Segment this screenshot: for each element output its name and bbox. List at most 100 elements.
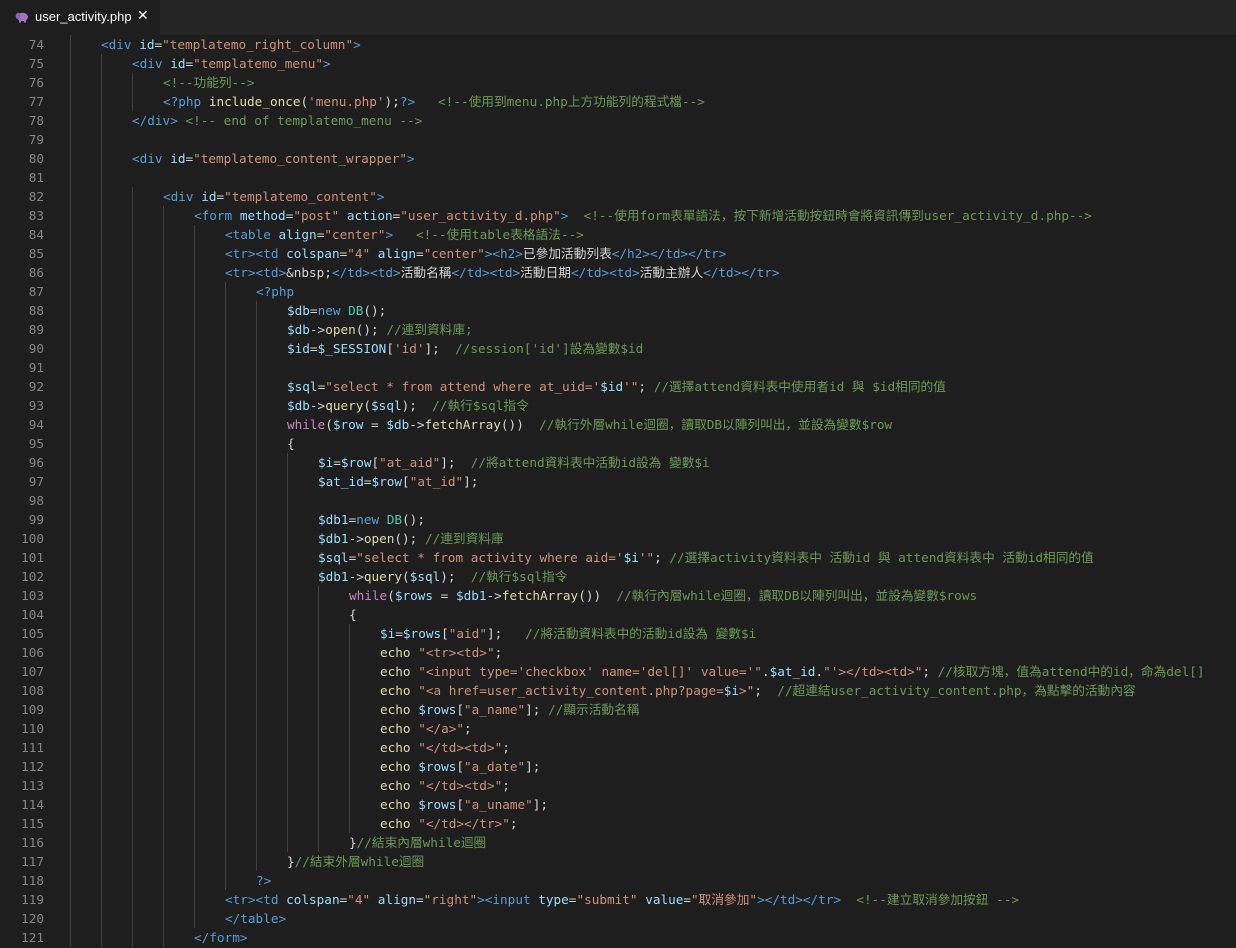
code-token: $sql — [371, 398, 402, 413]
code-text: }//結束內層while迴圈 — [349, 833, 486, 852]
code-token: </h2></td></tr> — [611, 246, 727, 261]
indent-guide — [70, 852, 71, 871]
code-line[interactable]: 116}//結束內層while迴圈 — [0, 833, 1236, 852]
code-line[interactable]: 97 $at_id=$row["at_id"]; — [0, 472, 1236, 491]
line-number: 83 — [28, 208, 44, 223]
indent-guide — [70, 548, 71, 567]
close-icon[interactable]: ✕ — [137, 8, 149, 24]
code-line[interactable]: 86 <tr><td>&nbsp;</td><td>活動名稱</td><td>活動… — [0, 263, 1236, 282]
indent-guide — [256, 833, 257, 852]
code-line[interactable]: 104 { — [0, 605, 1236, 624]
indent-guide — [256, 852, 257, 871]
code-text: $i=$rows["aid"]; //將活動資料表中的活動id設為 變數$i — [380, 624, 756, 643]
code-line[interactable]: 106 echo "<tr><td>"; — [0, 643, 1236, 662]
code-line[interactable]: 118 ?> — [0, 871, 1236, 890]
code-line[interactable]: 112 echo $rows["a_date"]; — [0, 757, 1236, 776]
code-line[interactable]: 111 echo "</td><td>"; — [0, 738, 1236, 757]
line-number: 86 — [28, 265, 44, 280]
code-line[interactable]: 113 echo "</td><td>"; — [0, 776, 1236, 795]
indent-guide — [70, 491, 71, 510]
code-token: new — [356, 512, 387, 527]
indent-guide — [163, 928, 164, 947]
indent-guide — [70, 187, 71, 206]
code-token: //選擇activity資料表中 活動id 與 attend資料表中 活動id相… — [669, 550, 1094, 565]
indent-guide — [287, 662, 288, 681]
code-line[interactable]: 105 $i=$rows["aid"]; //將活動資料表中的活動id設為 變數$… — [0, 624, 1236, 643]
code-line[interactable]: 80 <div id="templatemo_content_wrapper"> — [0, 149, 1236, 168]
indent-guide — [287, 700, 288, 719]
code-line[interactable]: 87 <?php — [0, 282, 1236, 301]
code-line[interactable]: 121 </form> — [0, 928, 1236, 947]
code-token: (); — [402, 512, 425, 527]
code-line[interactable]: 102 $db1->query($sql); //執行$sql指令 — [0, 567, 1236, 586]
code-token: echo — [380, 664, 419, 679]
code-line[interactable]: 119 <tr><td colspan="4" align="right"><in… — [0, 890, 1236, 909]
code-line[interactable]: 78 </div> <!-- end of templatemo_menu --> — [0, 111, 1236, 130]
line-number: 91 — [28, 360, 44, 375]
code-line[interactable]: 82 <div id="templatemo_content"> — [0, 187, 1236, 206]
code-line[interactable]: 83 <form method="post" action="user_activ… — [0, 206, 1236, 225]
indent-guide — [70, 130, 71, 149]
code-line[interactable]: 110 echo "</a>"; — [0, 719, 1236, 738]
code-text: $db=new DB(); — [287, 301, 386, 320]
code-token: ( — [325, 417, 333, 432]
code-line[interactable]: 99 $db1=new DB(); — [0, 510, 1236, 529]
code-line[interactable]: 108 echo "<a href=user_activity_content.p… — [0, 681, 1236, 700]
code-line[interactable]: 81 — [0, 168, 1236, 187]
indent-guide — [132, 548, 133, 567]
code-token: //結束外層while迴圈 — [294, 854, 425, 869]
indent-guide — [101, 757, 102, 776]
code-line[interactable]: 89 $db->open(); //連到資料庫; — [0, 320, 1236, 339]
code-line[interactable]: 77 <?php include_once('menu.php');?> <!--… — [0, 92, 1236, 111]
code-line[interactable]: 91 — [0, 358, 1236, 377]
code-line[interactable]: 90 $id=$_SESSION['id']; //session['id']設為… — [0, 339, 1236, 358]
indent-guide — [70, 586, 71, 605]
code-token: //執行$sql指令 — [470, 569, 568, 584]
indent-guide — [70, 35, 71, 54]
code-line[interactable]: 98 — [0, 491, 1236, 510]
code-line[interactable]: 76 <!--功能列--> — [0, 73, 1236, 92]
indent-guide — [349, 643, 350, 662]
code-line[interactable]: 101 $sql="select * from activity where ai… — [0, 548, 1236, 567]
code-token: "'></td><td>" — [823, 664, 923, 679]
code-line[interactable]: 75 <div id="templatemo_menu"> — [0, 54, 1236, 73]
code-line[interactable]: 107 echo "<input type='checkbox' name='de… — [0, 662, 1236, 681]
code-line[interactable]: 94 while($row = $db->fetchArray()) //執行外層… — [0, 415, 1236, 434]
code-token: fetchArray — [424, 417, 501, 432]
indent-guide — [349, 719, 350, 738]
code-line[interactable]: 92 $sql="select * from attend where at_ui… — [0, 377, 1236, 396]
code-token: </td><td> — [570, 265, 640, 280]
indent-guide — [225, 415, 226, 434]
indent-guide — [163, 586, 164, 605]
code-line[interactable]: 114 echo $rows["a_uname"]; — [0, 795, 1236, 814]
code-line[interactable]: 95 { — [0, 434, 1236, 453]
code-line[interactable]: 96 $i=$row["at_aid"]; //將attend資料表中活動id設為… — [0, 453, 1236, 472]
line-number: 76 — [28, 75, 44, 90]
code-editor[interactable]: 74 <div id="templatemo_right_column"> 75 <d… — [0, 35, 1236, 948]
code-line[interactable]: 85 <tr><td colspan="4" align="center"><h2… — [0, 244, 1236, 263]
line-number: 98 — [28, 493, 44, 508]
indent-guide — [163, 643, 164, 662]
indent-guide — [101, 168, 102, 187]
code-line[interactable]: 115 echo "</td></tr>"; — [0, 814, 1236, 833]
code-token: </td><td> — [451, 265, 521, 280]
code-line[interactable]: 79 — [0, 130, 1236, 149]
indent-guide — [225, 624, 226, 643]
code-line[interactable]: 103 while($rows = $db1->fetchArray()) //執… — [0, 586, 1236, 605]
indent-guide — [163, 700, 164, 719]
indent-guide — [132, 719, 133, 738]
code-line[interactable]: 88 $db=new DB(); — [0, 301, 1236, 320]
code-line[interactable]: 84 <table align="center"> <!--使用table表格語法… — [0, 225, 1236, 244]
code-line[interactable]: 120 </table> — [0, 909, 1236, 928]
code-line[interactable]: 117}//結束外層while迴圈 — [0, 852, 1236, 871]
code-token: "at_aid" — [379, 455, 441, 470]
code-line[interactable]: 74 <div id="templatemo_right_column"> — [0, 35, 1236, 54]
indent-guide — [70, 206, 71, 225]
tab-user-activity[interactable]: user_activity.php ✕ — [0, 0, 160, 35]
code-line[interactable]: 100 $db1->open(); //連到資料庫 — [0, 529, 1236, 548]
code-line[interactable]: 109 echo $rows["a_name"]; //顯示活動名稱 — [0, 700, 1236, 719]
code-token: 活動日期 — [520, 265, 571, 280]
code-text: <?php include_once('menu.php');?> <!--使用… — [163, 92, 705, 111]
code-line[interactable]: 93 $db->query($sql); //執行$sql指令 — [0, 396, 1236, 415]
